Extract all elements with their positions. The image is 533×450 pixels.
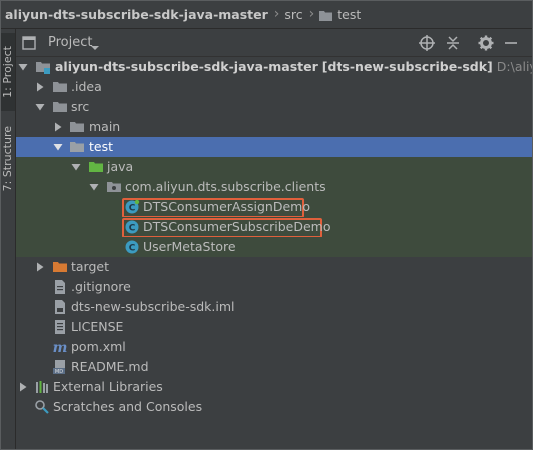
chevron-down-icon[interactable]: [71, 162, 81, 172]
minimize-icon[interactable]: [502, 34, 520, 52]
excluded-folder-icon: [52, 259, 68, 275]
tree-item-class-user-meta-store[interactable]: C UserMetaStore: [16, 237, 533, 257]
tree-item-label: .idea: [71, 79, 102, 94]
scratches-icon: [34, 399, 50, 415]
tree-item-label: target: [71, 259, 110, 274]
tree-item-class-subscribe-demo[interactable]: C DTSConsumerSubscribeDemo: [16, 217, 533, 238]
folder-icon: [52, 79, 68, 95]
tree-item-external-libraries[interactable]: External Libraries: [16, 377, 533, 397]
tree-item-label: UserMetaStore: [143, 239, 236, 254]
package-icon: [106, 179, 122, 195]
tree-item-idea[interactable]: .idea: [16, 77, 533, 97]
text-file-icon: [52, 319, 68, 335]
tree-item-label: test: [89, 139, 114, 154]
svg-text:C: C: [129, 204, 136, 214]
chevron-right-icon[interactable]: [35, 262, 45, 272]
tree-item-test[interactable]: test: [16, 137, 533, 157]
markdown-file-icon: MD: [52, 359, 68, 375]
tab-structure[interactable]: 7: Structure: [0, 119, 15, 199]
tree-item-java[interactable]: java: [16, 157, 533, 177]
tree-item-target[interactable]: target: [16, 257, 533, 277]
tree-item-label: src: [71, 99, 90, 114]
collapse-all-icon[interactable]: [444, 34, 462, 52]
project-panel-header: Project: [16, 29, 533, 57]
chevron-down-icon[interactable]: [35, 102, 45, 112]
tree-item-label: dts-new-subscribe-sdk.iml: [71, 299, 235, 314]
file-icon: [52, 279, 68, 295]
tree-item-label: pom.xml: [71, 339, 126, 354]
breadcrumb-src[interactable]: src: [284, 7, 302, 22]
tree-item-gitignore[interactable]: .gitignore: [16, 277, 533, 297]
chevron-down-icon[interactable]: [90, 37, 100, 56]
svg-text:C: C: [129, 224, 136, 234]
folder-icon: [69, 119, 85, 135]
tree-item-label: .gitignore: [71, 279, 131, 294]
tree-item-label: main: [89, 119, 121, 134]
tree-item-label: DTSConsumerAssignDemo: [143, 199, 310, 214]
breadcrumb-project[interactable]: aliyun-dts-subscribe-sdk-java-master: [0, 7, 268, 22]
project-tree: aliyun-dts-subscribe-sdk-java-master [dt…: [16, 57, 533, 450]
project-panel-title[interactable]: Project: [48, 35, 92, 50]
breadcrumb: aliyun-dts-subscribe-sdk-java-master › s…: [0, 0, 533, 29]
chevron-right-icon: ›: [308, 6, 315, 22]
tree-item-class-assign-demo[interactable]: C DTSConsumerAssignDemo: [16, 197, 533, 218]
tree-item-root[interactable]: aliyun-dts-subscribe-sdk-java-master [dt…: [16, 57, 533, 77]
root-path: D:\aliyun-dts-sub: [496, 59, 533, 74]
module-file-icon: [52, 299, 68, 315]
tree-item-package[interactable]: com.aliyun.dts.subscribe.clients: [16, 177, 533, 197]
project-view-icon: [22, 35, 36, 50]
tree-item-scratches[interactable]: Scratches and Consoles: [16, 397, 533, 417]
tree-item-readme[interactable]: MD README.md: [16, 357, 533, 377]
java-class-icon: C: [124, 199, 140, 215]
module-folder-icon: [35, 59, 51, 75]
svg-text:m: m: [53, 340, 68, 355]
library-icon: [34, 379, 50, 395]
tab-project-label: 1: Project: [1, 46, 14, 98]
tab-project[interactable]: 1: Project: [0, 33, 15, 111]
chevron-down-icon[interactable]: [18, 62, 28, 72]
chevron-down-icon[interactable]: [89, 182, 99, 192]
tree-item-label: Scratches and Consoles: [53, 399, 203, 414]
chevron-right-icon[interactable]: [35, 82, 45, 92]
tree-item-license[interactable]: LICENSE: [16, 317, 533, 337]
java-class-icon: C: [124, 239, 140, 255]
tab-structure-label: 7: Structure: [1, 126, 14, 192]
folder-icon: [319, 9, 333, 21]
locate-icon[interactable]: [418, 34, 436, 52]
tree-item-label: External Libraries: [53, 379, 163, 394]
chevron-down-icon[interactable]: [53, 142, 63, 152]
chevron-right-icon[interactable]: [53, 122, 63, 132]
breadcrumb-test[interactable]: test: [337, 7, 361, 22]
chevron-right-icon: ›: [273, 6, 280, 22]
chevron-right-icon[interactable]: [18, 382, 28, 392]
tree-item-pom[interactable]: m pom.xml: [16, 337, 533, 357]
tree-item-src[interactable]: src: [16, 97, 533, 117]
folder-icon: [52, 99, 68, 115]
folder-icon: [69, 139, 85, 155]
tree-item-iml[interactable]: dts-new-subscribe-sdk.iml: [16, 297, 533, 317]
tree-item-main[interactable]: main: [16, 117, 533, 137]
svg-text:C: C: [129, 244, 136, 254]
gear-icon[interactable]: [477, 34, 495, 52]
tree-item-label: com.aliyun.dts.subscribe.clients: [125, 179, 326, 194]
maven-icon: m: [52, 339, 68, 356]
svg-text:MD: MD: [55, 369, 63, 375]
tree-item-label: LICENSE: [71, 319, 124, 334]
root-name: aliyun-dts-subscribe-sdk-java-master: [55, 59, 318, 74]
tree-item-label: README.md: [71, 359, 149, 374]
root-module: [dts-new-subscribe-sdk]: [321, 59, 493, 74]
left-tool-strip: 1: Project 7: Structure: [0, 29, 16, 450]
tree-item-label: DTSConsumerSubscribeDemo: [143, 219, 331, 234]
tree-item-label: java: [107, 159, 134, 174]
test-source-folder-icon: [88, 159, 104, 175]
java-class-icon: C: [124, 219, 140, 235]
